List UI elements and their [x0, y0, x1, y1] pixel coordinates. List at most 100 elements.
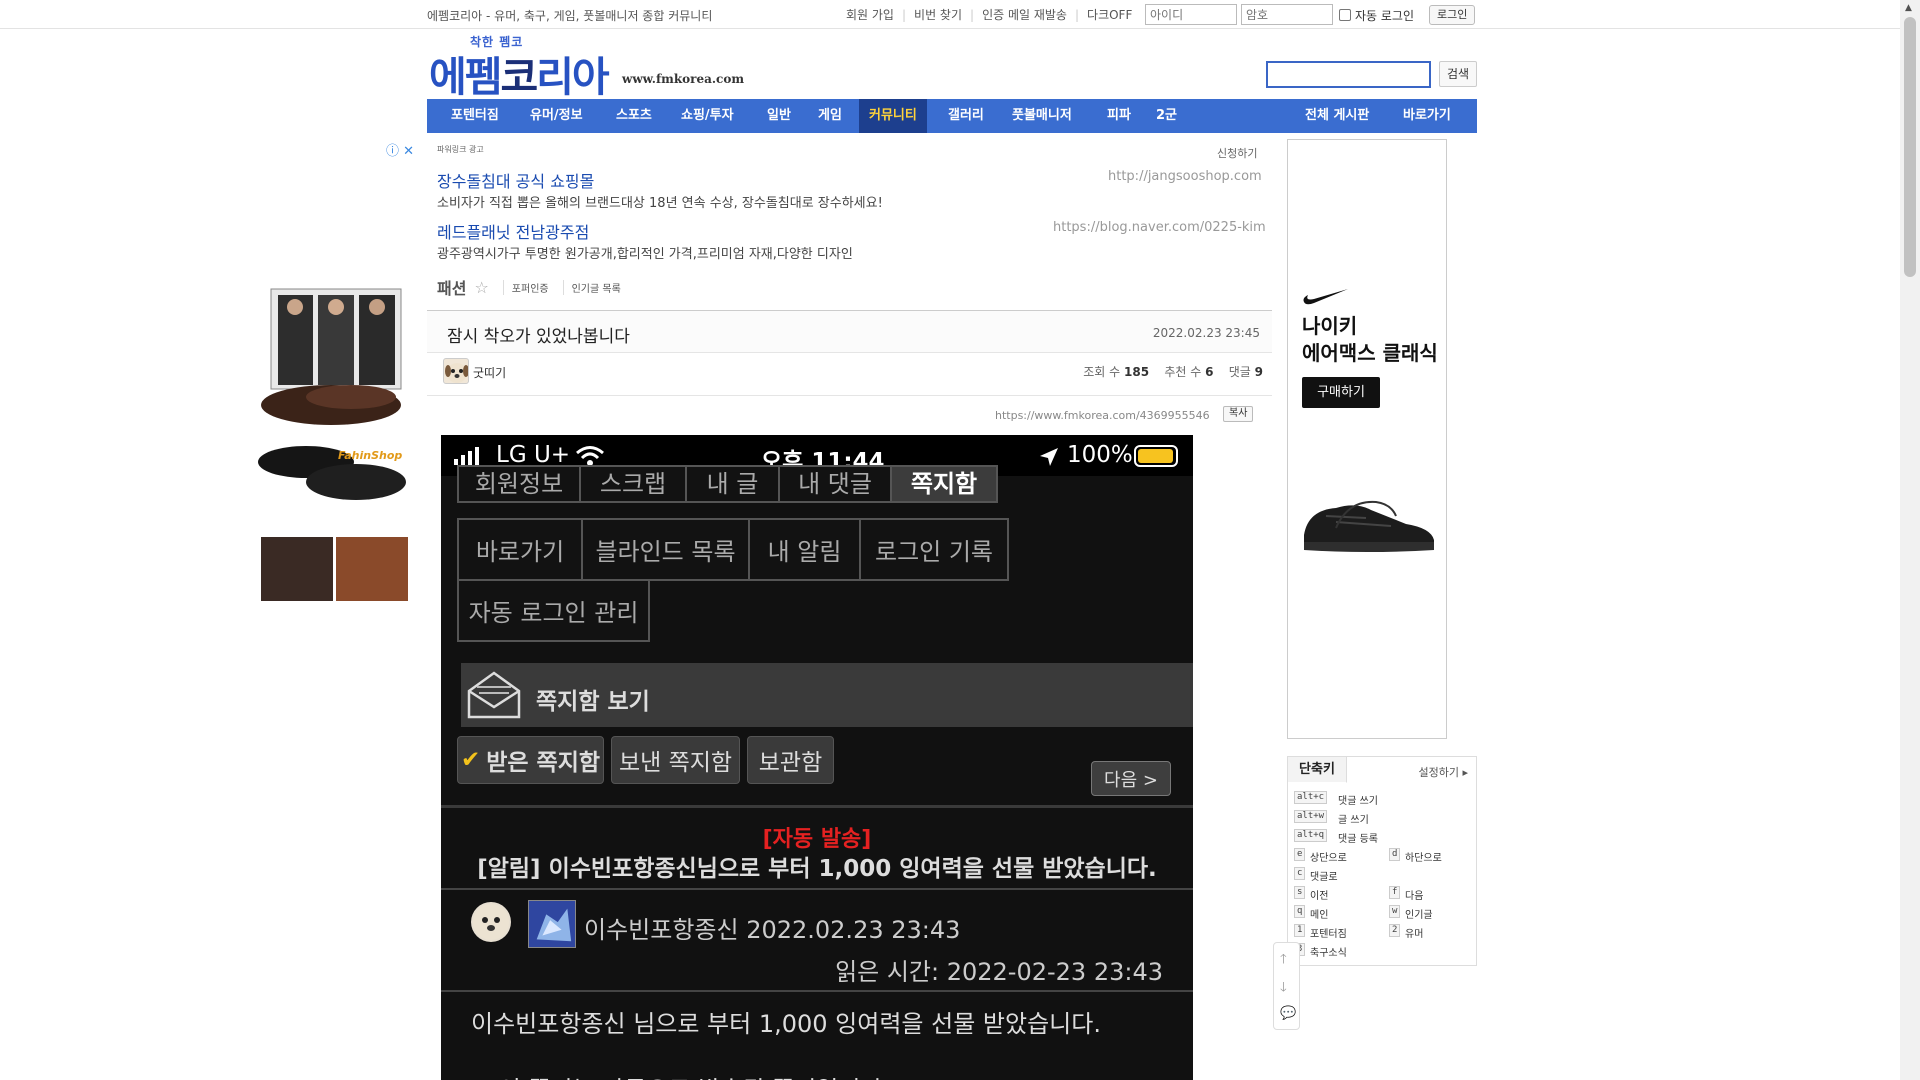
- tab-my-alerts[interactable]: 내 알림: [748, 518, 861, 581]
- tab-my-posts[interactable]: 내 글: [685, 465, 780, 503]
- tab-member-info[interactable]: 회원정보: [457, 465, 581, 503]
- arrow-right-icon: ▸: [1462, 766, 1468, 779]
- shortcut-label: 하단으로: [1405, 853, 1442, 864]
- shortcut-key: w: [1389, 905, 1401, 918]
- shortcut-key: 2: [1389, 924, 1401, 937]
- nav-item-active[interactable]: 커뮤니티: [859, 99, 927, 133]
- author-name[interactable]: 굿띠기: [473, 364, 506, 381]
- shoe-ad-image[interactable]: FahinShop: [256, 287, 414, 607]
- divider: [441, 805, 1193, 808]
- ad-url[interactable]: https://blog.naver.com/0225-kim: [1053, 220, 1266, 235]
- shop-name: FahinShop: [338, 449, 402, 462]
- main-nav: 포텐터짐 유머/정보 스포츠 쇼핑/투자 일반 게임 커뮤니티 갤러리 풋볼매니…: [427, 99, 1477, 133]
- dark-mode-toggle[interactable]: 다크OFF: [1079, 6, 1132, 23]
- nav-item[interactable]: 게임: [818, 99, 842, 133]
- ad-close-icon[interactable]: ⓘ ✕: [386, 140, 414, 159]
- star-icon[interactable]: ☆: [474, 278, 488, 297]
- signal-icon: [454, 447, 479, 465]
- tab-messages[interactable]: 쪽지함: [890, 465, 998, 503]
- auto-login-checkbox[interactable]: [1339, 9, 1351, 21]
- password-input[interactable]: [1241, 4, 1333, 25]
- nav-item[interactable]: 쇼핑/투자: [681, 99, 734, 133]
- post-header: 잠시 착오가 있었나봅니다 2022.02.23 23:45: [427, 310, 1272, 353]
- shortcut-settings-link[interactable]: 설정하기 ▸: [1418, 764, 1468, 780]
- scrollbar-thumb[interactable]: [1904, 17, 1916, 277]
- shortcut-label: 댓글 쓰기: [1338, 796, 1378, 807]
- shortcut-key: alt+q: [1294, 829, 1328, 842]
- logo-part: 에펨: [429, 53, 502, 101]
- nav-item[interactable]: 스포츠: [616, 99, 652, 133]
- tab-shortcuts[interactable]: 바로가기: [457, 518, 583, 581]
- nike-swoosh-icon: [1303, 289, 1348, 305]
- ad-title[interactable]: 장수돌침대 공식 쇼핑몰: [437, 168, 594, 192]
- site-logo[interactable]: 에펨코리아: [429, 43, 610, 103]
- copy-url-button[interactable]: 복사: [1223, 406, 1254, 422]
- resend-email-link[interactable]: 인증 메일 재발송: [974, 6, 1075, 23]
- likes-count: 6: [1205, 365, 1214, 379]
- scroll-top-icon[interactable]: 🡑: [1280, 950, 1287, 972]
- post-url[interactable]: https://www.fmkorea.com/4369955546: [995, 409, 1210, 422]
- mailbox-header: 쪽지함 보기: [461, 663, 1193, 727]
- logo-part: 리아: [536, 53, 609, 101]
- settings-label: 설정하기: [1418, 766, 1459, 779]
- nav-item-shortcuts[interactable]: 바로가기: [1403, 99, 1451, 133]
- signup-link[interactable]: 회원 가입: [838, 6, 902, 23]
- nav-item[interactable]: 유머/정보: [530, 99, 583, 133]
- tab-scrap[interactable]: 스크랩: [579, 465, 687, 503]
- board-name[interactable]: 패션: [437, 275, 466, 299]
- id-input[interactable]: [1145, 4, 1237, 25]
- shortcut-label: 글 쓰기: [1338, 815, 1369, 826]
- page-scrollbar[interactable]: ▲: [1900, 0, 1920, 1080]
- divider: [441, 888, 1193, 890]
- board-header: 패션 ☆ 포퍼인증 인기글 목록: [437, 275, 621, 299]
- shortcut-label: 축구소식: [1310, 948, 1347, 959]
- nav-item[interactable]: 피파: [1107, 99, 1131, 133]
- nav-item[interactable]: 포텐터짐: [451, 99, 499, 133]
- author-row: 굿띠기 조회 수 185 추천 수 6 댓글 9: [443, 358, 1263, 386]
- inbox-button[interactable]: ✔ 받은 쪽지함: [457, 736, 604, 784]
- floating-nav: 🡑 🡓 💬: [1273, 942, 1300, 1030]
- nav-item[interactable]: 2군: [1156, 99, 1177, 133]
- auto-login-label: 자동 로그인: [1355, 9, 1415, 23]
- nav-item[interactable]: 풋볼매니저: [1012, 99, 1072, 133]
- comment-icon[interactable]: 💬: [1280, 1006, 1296, 1021]
- find-password-link[interactable]: 비번 찾기: [906, 6, 970, 23]
- post-title: 잠시 착오가 있었나봅니다: [447, 327, 630, 347]
- login-button[interactable]: 로그인: [1429, 5, 1476, 25]
- shortcut-key: alt+w: [1294, 810, 1328, 823]
- nav-item-all-boards[interactable]: 전체 게시판: [1305, 99, 1369, 133]
- scroll-up-icon[interactable]: ▲: [1905, 3, 1912, 13]
- shortcut-key: s: [1294, 886, 1306, 899]
- next-button[interactable]: 다음 >: [1091, 761, 1171, 796]
- battery-fill: [1138, 449, 1173, 463]
- tab-my-comments[interactable]: 내 댓글: [778, 465, 892, 503]
- search-input[interactable]: [1266, 61, 1431, 88]
- envelope-icon: [467, 671, 521, 719]
- top-bar: 에펨코리아 - 유머, 축구, 게임, 풋볼매니저 종합 커뮤니티 회원 가입 |…: [0, 0, 1900, 29]
- board-link[interactable]: 포퍼인증: [502, 279, 549, 295]
- archive-button[interactable]: 보관함: [747, 736, 834, 784]
- search-button[interactable]: 검색: [1439, 61, 1477, 87]
- tab-blind-list[interactable]: 블라인드 목록: [581, 518, 750, 581]
- buy-button[interactable]: 구매하기: [1302, 377, 1380, 408]
- message-subject: [알림] 이수빈포항종신님으로 부터 1,000 잉여력을 선물 받았습니다.: [477, 856, 1157, 882]
- ad-url[interactable]: http://jangsooshop.com: [1108, 169, 1262, 184]
- shortcut-key: f: [1389, 886, 1401, 899]
- top-links: 회원 가입 | 비번 찾기 | 인증 메일 재발송 | 다크OFF: [838, 6, 1132, 23]
- sent-button[interactable]: 보낸 쪽지함: [611, 736, 740, 784]
- ad-title[interactable]: 레드플래닛 전남광주점: [437, 219, 589, 243]
- read-time: 읽은 시간: 2022-02-23 23:43: [835, 958, 1163, 986]
- board-link[interactable]: 인기글 목록: [562, 279, 621, 295]
- nav-item[interactable]: 갤러리: [948, 99, 984, 133]
- tab-login-history[interactable]: 로그인 기록: [859, 518, 1009, 581]
- ad-request-link[interactable]: 신청하기: [1217, 145, 1257, 161]
- shortcut-key: alt+c: [1294, 791, 1328, 804]
- nav-item[interactable]: 일반: [767, 99, 791, 133]
- check-icon: ✔: [460, 747, 481, 773]
- nike-ad[interactable]: 나이키 에어맥스 클래식 구매하기: [1287, 139, 1447, 739]
- tab-auto-login[interactable]: 자동 로그인 관리: [457, 579, 650, 642]
- shortcut-label: 유머: [1405, 929, 1424, 940]
- scroll-bottom-icon[interactable]: 🡓: [1280, 978, 1287, 1000]
- avatar[interactable]: [443, 358, 469, 384]
- shortcut-tab[interactable]: 단축키: [1288, 757, 1347, 783]
